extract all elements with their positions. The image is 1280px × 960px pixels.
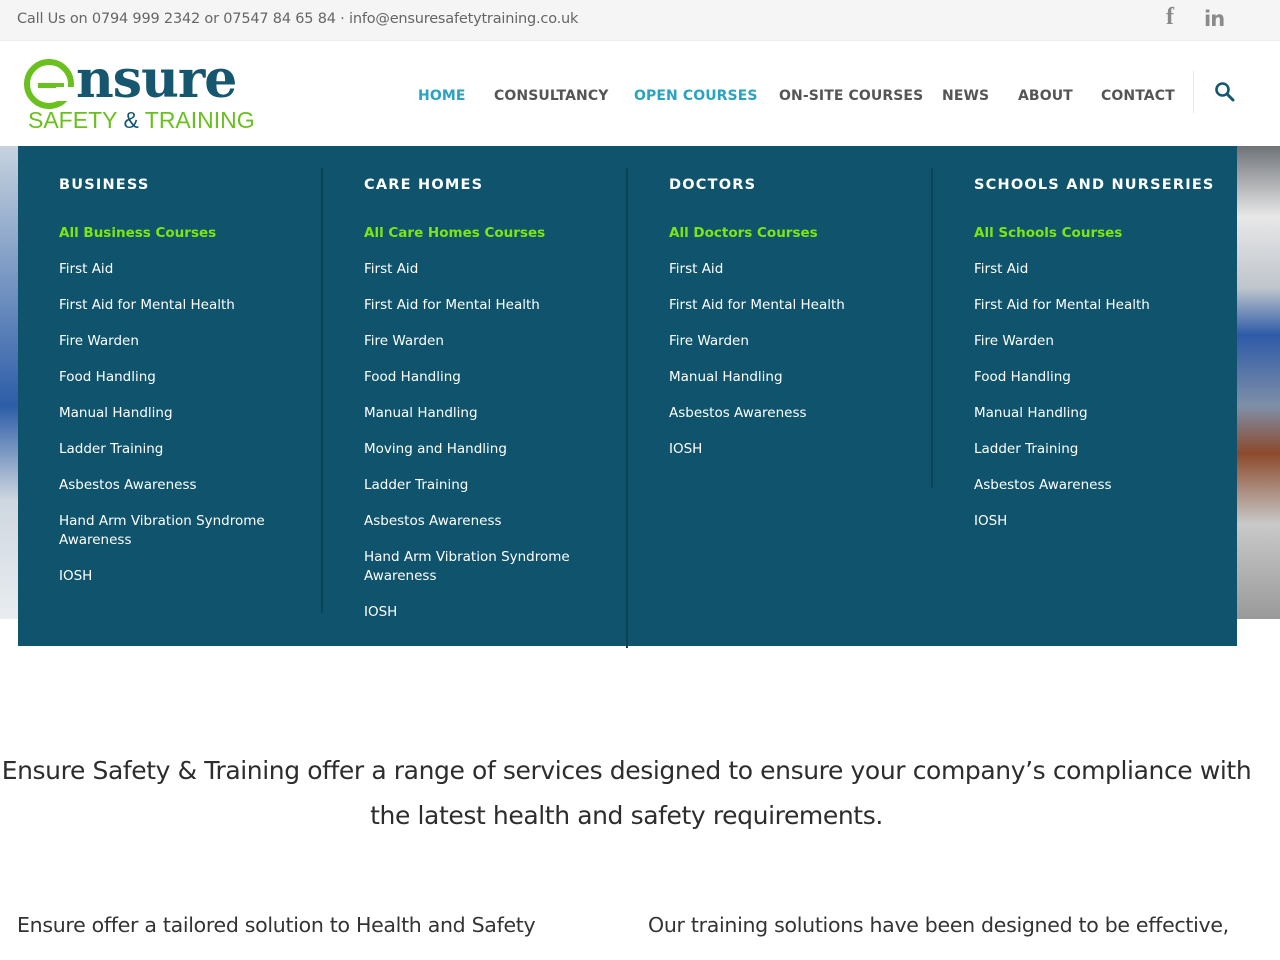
- nav-item-open-courses[interactable]: OPEN COURSES: [634, 88, 758, 104]
- nav-item-home[interactable]: HOME: [418, 88, 466, 104]
- menu-column-schools-and-nurseries: SCHOOLS AND NURSERIES All Schools Courses…: [933, 146, 1237, 626]
- menu-link[interactable]: Asbestos Awareness: [59, 476, 309, 495]
- logo-tagline: SAFETY & TRAINING: [28, 107, 255, 133]
- menu-column-title: BUSINESS: [59, 177, 150, 193]
- logo-e-mark: [24, 59, 76, 109]
- menu-column-doctors: DOCTORS All Doctors Courses First Aid First…: [628, 146, 932, 626]
- menu-link[interactable]: Food Handling: [59, 368, 309, 387]
- menu-link[interactable]: First Aid for Mental Health: [669, 296, 919, 315]
- menu-link[interactable]: IOSH: [59, 567, 309, 586]
- nav-item-consultancy[interactable]: CONSULTANCY: [494, 88, 608, 104]
- nav-divider: [1193, 71, 1194, 113]
- linkedin-icon[interactable]: in: [1204, 7, 1225, 31]
- menu-link[interactable]: Ladder Training: [974, 440, 1224, 459]
- open-courses-mega-menu: BUSINESS All Business Courses First Aid Fir…: [18, 146, 1237, 648]
- menu-link[interactable]: First Aid for Mental Health: [59, 296, 309, 315]
- menu-link[interactable]: Food Handling: [974, 368, 1224, 387]
- facebook-icon[interactable]: f: [1166, 4, 1174, 31]
- menu-link[interactable]: Manual Handling: [669, 368, 919, 387]
- menu-link-all-courses[interactable]: All Doctors Courses: [669, 224, 919, 243]
- menu-link[interactable]: First Aid: [364, 260, 614, 279]
- menu-column-title: DOCTORS: [669, 177, 757, 193]
- menu-link[interactable]: Hand Arm Vibration Syndrome Awareness: [59, 512, 309, 550]
- search-icon[interactable]: [1214, 81, 1236, 103]
- menu-link[interactable]: IOSH: [364, 603, 614, 622]
- menu-link[interactable]: Ladder Training: [364, 476, 614, 495]
- paragraph-right: Our training solutions have been designe…: [648, 913, 1229, 937]
- paragraph-left: Ensure offer a tailored solution to Heal…: [17, 913, 536, 937]
- intro-text: Ensure Safety & Training offer a range o…: [1, 756, 1252, 830]
- menu-link[interactable]: Moving and Handling: [364, 440, 614, 459]
- logo-wordmark: nsure: [76, 49, 237, 110]
- top-bar: Call Us on 0794 999 2342 or 07547 84 65 …: [0, 0, 1280, 41]
- menu-link[interactable]: Manual Handling: [364, 404, 614, 423]
- menu-column-title: SCHOOLS AND NURSERIES: [974, 177, 1215, 193]
- menu-link[interactable]: Food Handling: [364, 368, 614, 387]
- menu-link[interactable]: Manual Handling: [59, 404, 309, 423]
- menu-link[interactable]: Asbestos Awareness: [364, 512, 614, 531]
- menu-link[interactable]: First Aid: [59, 260, 309, 279]
- menu-link[interactable]: Hand Arm Vibration Syndrome Awareness: [364, 548, 614, 586]
- menu-link[interactable]: IOSH: [669, 440, 919, 459]
- menu-column-care-homes: CARE HOMES All Care Homes Courses First Ai…: [323, 146, 627, 626]
- nav-item-about[interactable]: ABOUT: [1018, 88, 1073, 104]
- menu-link[interactable]: Ladder Training: [59, 440, 309, 459]
- contact-info: Call Us on 0794 999 2342 or 07547 84 65 …: [17, 11, 579, 27]
- menu-column-business: BUSINESS All Business Courses First Aid Fir…: [18, 146, 322, 626]
- site-logo[interactable]: nsure SAFETY & TRAINING: [22, 49, 262, 135]
- menu-link[interactable]: Manual Handling: [974, 404, 1224, 423]
- menu-link[interactable]: First Aid: [974, 260, 1224, 279]
- menu-link[interactable]: IOSH: [974, 512, 1224, 531]
- nav-item-contact[interactable]: CONTACT: [1101, 88, 1175, 104]
- menu-link[interactable]: First Aid for Mental Health: [364, 296, 614, 315]
- nav-item-news[interactable]: NEWS: [942, 88, 989, 104]
- menu-link[interactable]: Asbestos Awareness: [974, 476, 1224, 495]
- menu-link[interactable]: Fire Warden: [364, 332, 614, 351]
- menu-link[interactable]: Fire Warden: [669, 332, 919, 351]
- menu-link[interactable]: Asbestos Awareness: [669, 404, 919, 423]
- menu-link[interactable]: First Aid: [669, 260, 919, 279]
- menu-link[interactable]: Fire Warden: [974, 332, 1224, 351]
- menu-link-all-courses[interactable]: All Care Homes Courses: [364, 224, 614, 243]
- menu-column-title: CARE HOMES: [364, 177, 484, 193]
- menu-link-all-courses[interactable]: All Business Courses: [59, 224, 309, 243]
- menu-link[interactable]: First Aid for Mental Health: [974, 296, 1224, 315]
- nav-item-on-site-courses[interactable]: ON-SITE COURSES: [779, 88, 923, 104]
- site-header: nsure SAFETY & TRAINING HOME CONSULTANCY O…: [0, 41, 1280, 146]
- menu-link[interactable]: Fire Warden: [59, 332, 309, 351]
- menu-link-all-courses[interactable]: All Schools Courses: [974, 224, 1224, 243]
